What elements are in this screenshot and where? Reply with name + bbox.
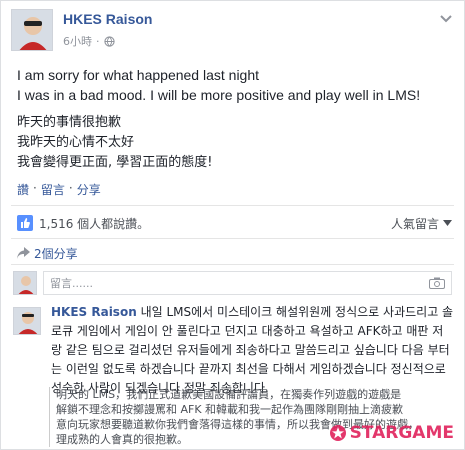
commenter-avatar-photo: [14, 308, 40, 334]
likes-row: 1,516 個人都說讚。 人氣留言: [17, 213, 452, 233]
post-line-cn-2: 我昨天的心情不太好: [17, 135, 135, 150]
post-line-cn-1: 昨天的事情很抱歉: [17, 115, 122, 130]
like-link[interactable]: 讚: [17, 181, 29, 198]
caret-down-icon: [443, 220, 452, 226]
likes-count[interactable]: 1,516 個人都說讚。: [39, 215, 149, 232]
camera-icon[interactable]: [429, 277, 445, 289]
facebook-post-card: HKES Raison 6小時 · I am sorry for what ha…: [0, 0, 465, 450]
comment-author[interactable]: HKES Raison: [51, 305, 137, 319]
comment-input[interactable]: 留言......: [43, 271, 452, 295]
comment-placeholder: 留言......: [50, 277, 93, 290]
post-actions: 讚 · 留言 · 分享: [17, 181, 101, 198]
shares-row[interactable]: 2個分享: [17, 244, 78, 262]
post-line-en-2: I was in a bad mood. I will be more posi…: [17, 87, 421, 103]
stargame-logo-icon: [329, 425, 346, 441]
thumbs-up-icon: [17, 215, 33, 231]
post-meta: 6小時 ·: [63, 33, 115, 49]
divider: [11, 238, 454, 239]
chevron-down-icon[interactable]: [440, 15, 452, 23]
comment-link[interactable]: 留言: [41, 181, 65, 198]
post-line-cn-3: 我會變得更正面, 學習正面的態度!: [17, 155, 213, 170]
share-link[interactable]: 分享: [77, 181, 101, 198]
page-name[interactable]: HKES Raison: [63, 11, 152, 27]
translation-line: 解鎖不理念和按擲謾罵和 AFK 和韓載和我一起作為團隊剛剛抽上滴疲歉: [56, 403, 404, 416]
page-avatar[interactable]: [11, 9, 53, 51]
divider: [11, 205, 454, 206]
comment-composer: 留言......: [13, 269, 452, 297]
post-time[interactable]: 6小時: [63, 33, 92, 49]
commenter-avatar[interactable]: [13, 307, 41, 335]
translation-line: 明天的 LMS，我們正式道歉美國設備評論員，在獨奏作列遊戲的遊戲是: [56, 388, 402, 401]
share-icon: [17, 247, 30, 259]
divider: [11, 264, 454, 265]
globe-icon: [103, 35, 115, 47]
viewer-avatar-photo: [14, 272, 36, 294]
post-body: I am sorry for what happened last night …: [17, 65, 454, 173]
comment-text: HKES Raison 내일 LMS에서 미스테이크 해설위원께 정식으로 사과…: [51, 303, 454, 398]
viewer-avatar: [13, 271, 37, 295]
shares-count: 2個分享: [34, 246, 78, 261]
post-line-en-1: I am sorry for what happened last night: [17, 67, 260, 83]
avatar-photo: [12, 10, 52, 50]
watermark-text: STARGAME: [349, 423, 454, 443]
watermark: STARGAME: [329, 423, 454, 443]
meta-separator: ·: [96, 34, 100, 48]
comment-sort-label: 人氣留言: [390, 216, 439, 231]
comment-sort-dropdown[interactable]: 人氣留言: [391, 215, 452, 232]
